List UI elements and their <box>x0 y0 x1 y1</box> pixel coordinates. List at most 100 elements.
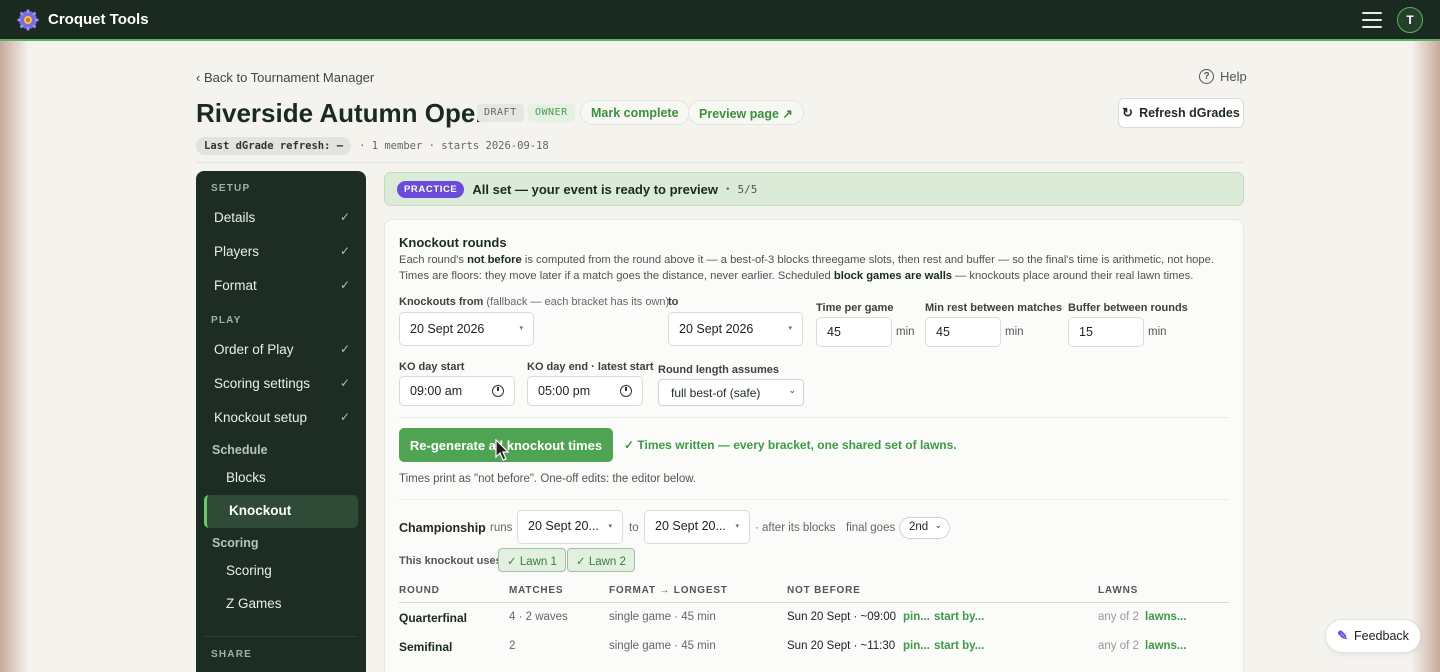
final-goes-select[interactable]: 2nd ⌄ <box>899 517 950 539</box>
pin-link[interactable]: pin... <box>903 640 930 652</box>
status-banner: PRACTICE All set — your event is ready t… <box>384 172 1244 206</box>
start-by-link[interactable]: start by... <box>934 640 984 652</box>
championship-to-date[interactable]: 20 Sept 20... ▾ <box>644 510 750 544</box>
sidebar-item-players[interactable]: Players ✓ <box>204 236 358 267</box>
final-goes-label: final goes <box>846 522 896 534</box>
unit-label: min <box>1005 326 1024 338</box>
sidebar-item-label: Players <box>214 244 260 259</box>
sidebar-item-knockout-setup[interactable]: Knockout setup ✓ <box>204 402 358 433</box>
times-note: Times print as "not before". One-off edi… <box>399 473 697 485</box>
check-icon: ✓ <box>339 278 350 292</box>
check-icon: ✓ <box>339 376 350 390</box>
refresh-label: Refresh dGrades <box>1139 106 1240 120</box>
caret-icon: ▾ <box>519 325 523 332</box>
sidebar-item-scoring-settings[interactable]: Scoring settings ✓ <box>204 368 358 399</box>
field-value: 20 Sept 2026 <box>679 322 754 336</box>
times-written-status: ✓ Times written — every bracket, one sha… <box>624 438 957 452</box>
row-lawns-any: any of 2 <box>1098 640 1139 652</box>
sidebar-item-details[interactable]: Details ✓ <box>204 202 358 233</box>
row-lawns-any: any of 2 <box>1098 611 1139 623</box>
bracket-name: Championship <box>399 521 486 535</box>
sidebar-item-knockout[interactable]: Knockout <box>204 495 358 528</box>
hamburger-menu-icon[interactable] <box>1362 12 1382 28</box>
lawns-link[interactable]: lawns... <box>1145 640 1187 652</box>
desc-text: Each round's <box>399 254 468 266</box>
preview-page-button[interactable]: Preview page ↗ <box>688 100 804 125</box>
to-word: to <box>629 522 639 534</box>
page-title: Riverside Autumn Open <box>196 98 492 128</box>
unit-label: min <box>896 326 915 338</box>
col-format: FORMAT → LONGEST <box>609 585 728 596</box>
ko-day-end-input[interactable]: 05:00 pm <box>527 376 643 406</box>
round-length-select[interactable]: full best-of (safe) ⌄ <box>658 379 804 406</box>
desc-bold: not before <box>467 254 522 266</box>
sidebar-item-order-of-play[interactable]: Order of Play ✓ <box>204 334 358 365</box>
desc-text: — knockouts place around their real lawn… <box>952 269 1194 282</box>
desc-text: Times are floors: they move later if a m… <box>399 269 834 282</box>
min-rest-input[interactable]: 45 <box>925 317 1001 347</box>
to-label: to <box>668 296 679 308</box>
field-value: 20 Sept 2026 <box>410 322 485 336</box>
sidebar-item-label: Details <box>214 210 256 225</box>
lawn-2-chip[interactable]: ✓ Lawn 2 <box>567 548 635 572</box>
knockouts-from-date[interactable]: 20 Sept 2026 ▾ <box>399 312 534 346</box>
lawns-used-label: This knockout uses <box>399 555 502 567</box>
row-matches: 4 · 2 waves <box>509 611 568 623</box>
row-matches: 2 <box>509 640 516 652</box>
time-per-game-label: Time per game <box>816 302 894 314</box>
feedback-button[interactable]: ✎ Feedback <box>1325 619 1421 653</box>
championship-from-date[interactable]: 20 Sept 20... ▾ <box>517 510 623 544</box>
select-value: 2nd <box>909 521 929 533</box>
feedback-label: Feedback <box>1354 629 1409 643</box>
lawn-1-chip[interactable]: ✓ Lawn 1 <box>498 548 566 572</box>
sidebar-item-format[interactable]: Format ✓ <box>204 270 358 301</box>
back-link[interactable]: ‹ Back to Tournament Manager <box>196 70 374 85</box>
label-hint: (fallback — each bracket has its own) <box>483 296 670 308</box>
sidebar-item-scoring[interactable]: Scoring <box>204 555 358 586</box>
pin-link[interactable]: pin... <box>903 611 930 623</box>
ko-day-start-input[interactable]: 09:00 am <box>399 376 515 406</box>
sidebar-group-schedule: Schedule <box>212 443 268 457</box>
time-per-game-input[interactable]: 45 <box>816 317 892 347</box>
caret-icon: ▾ <box>788 325 792 332</box>
sidebar-item-z-games[interactable]: Z Games <box>204 588 358 619</box>
refresh-icon: ↻ <box>1122 105 1134 120</box>
desc-text: is computed from the round above it — a … <box>521 254 1214 266</box>
lawns-link[interactable]: lawns... <box>1145 611 1187 623</box>
field-value: 20 Sept 20... <box>655 519 726 533</box>
check-icon: ✓ <box>339 210 350 224</box>
sidebar-divider <box>204 636 358 637</box>
mark-complete-button[interactable]: Mark complete <box>580 100 690 125</box>
divider <box>399 499 1229 500</box>
banner-dot: • <box>726 183 730 195</box>
unit-label: min <box>1148 326 1167 338</box>
avatar[interactable]: T <box>1397 7 1423 33</box>
refresh-dgrades-button[interactable]: ↻ Refresh dGrades <box>1118 98 1244 128</box>
knockouts-to-date[interactable]: 20 Sept 2026 ▾ <box>668 312 803 346</box>
sidebar-item-blocks[interactable]: Blocks <box>204 462 358 493</box>
sidebar-item-label: Scoring settings <box>214 376 311 391</box>
meta-line: Last dGrade refresh: — · 1 member · star… <box>196 137 549 155</box>
sidebar-section-share: SHARE <box>211 649 253 660</box>
col-lawns: LAWNS <box>1098 585 1139 596</box>
check-icon: ✓ <box>339 244 350 258</box>
start-by-link[interactable]: start by... <box>934 611 984 623</box>
help-link[interactable]: ? Help <box>1199 69 1247 84</box>
row-format: single game · 45 min <box>609 611 716 623</box>
sidebar-group-scoring: Scoring <box>212 536 259 550</box>
draft-badge: DRAFT <box>477 104 524 122</box>
gear-logo-icon <box>17 9 39 31</box>
caret-icon: ▾ <box>608 523 612 530</box>
top-bar: Croquet Tools T <box>0 0 1440 41</box>
row-not-before: Sun 20 Sept · ~11:30 <box>787 640 896 652</box>
chevron-down-icon: ⌄ <box>788 385 796 395</box>
buffer-label: Buffer between rounds <box>1068 302 1188 314</box>
banner-count: 5/5 <box>737 182 758 196</box>
row-not-before: Sun 20 Sept · ~09:00 <box>787 611 897 623</box>
banner-message: All set — your event is ready to preview <box>472 181 719 197</box>
section-description: Each round's not before is computed from… <box>399 253 1229 284</box>
round-length-label: Round length assumes <box>658 364 780 376</box>
col-matches: MATCHES <box>509 585 564 596</box>
buffer-input[interactable]: 15 <box>1068 317 1144 347</box>
feedback-icon: ✎ <box>1337 628 1348 643</box>
